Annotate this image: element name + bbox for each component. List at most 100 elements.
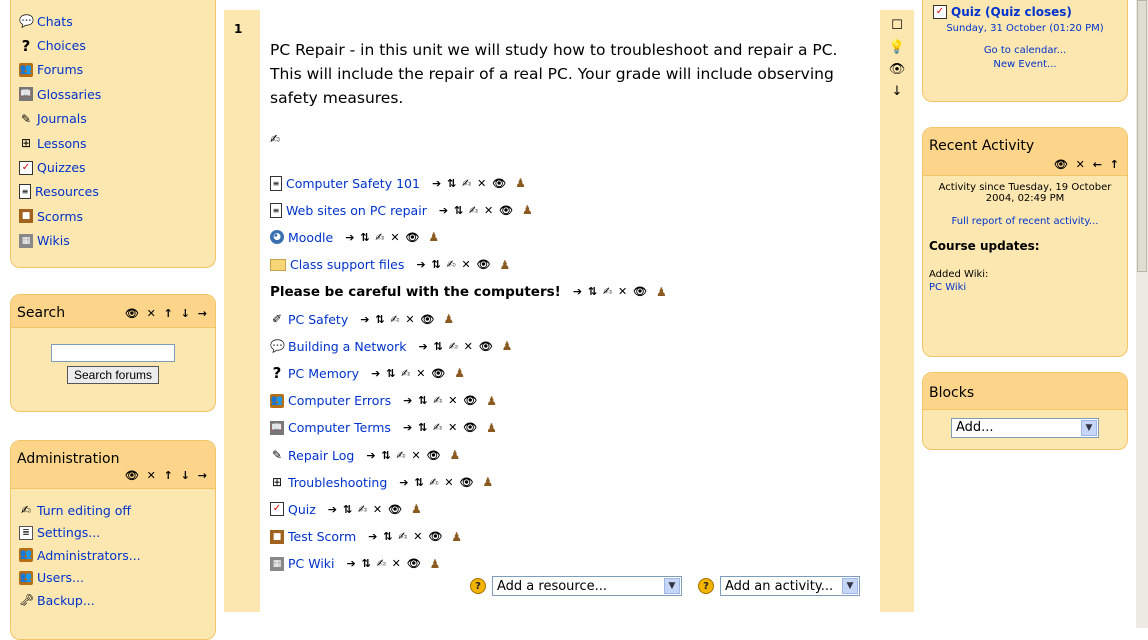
nav-item-label[interactable]: Resources: [35, 184, 99, 199]
upcoming-event-link[interactable]: Quiz (Quiz closes): [951, 5, 1072, 19]
group-mode-icon[interactable]: ♟: [430, 557, 441, 571]
activity-link[interactable]: Moodle: [288, 230, 333, 245]
visibility-eye-icon[interactable]: 👁: [880, 62, 914, 80]
added-wiki-link[interactable]: PC Wiki: [929, 282, 966, 293]
section-label: Please be careful with the computers! ➔ ⇅…: [270, 281, 667, 303]
nav-item-label[interactable]: Backup...: [37, 593, 95, 608]
recent-activity-controls[interactable]: 👁 ✕ ← ↑: [1054, 158, 1121, 171]
activity-link[interactable]: PC Memory: [288, 366, 359, 381]
nav-item-label[interactable]: Wikis: [37, 233, 70, 248]
group-mode-icon[interactable]: ♟: [486, 394, 497, 408]
activity-edit-controls[interactable]: ➔ ⇅ ✍ ✕ 👁: [573, 285, 648, 298]
nav-item-journals[interactable]: ✎ Journals: [11, 107, 215, 131]
group-mode-icon[interactable]: ♟: [482, 475, 493, 489]
recent-activity-block: Recent Activity 👁 ✕ ← ↑ Activity since T…: [922, 127, 1128, 357]
nav-item-settings[interactable]: ≣ Settings...: [11, 522, 215, 545]
nav-item-lessons[interactable]: ⊞ Lessons: [11, 131, 215, 155]
move-down-icon[interactable]: ↓: [880, 84, 914, 102]
activity-link[interactable]: Building a Network: [288, 339, 407, 354]
nav-item-glossaries[interactable]: 📖 Glossaries: [11, 82, 215, 106]
nav-item-label[interactable]: Users...: [37, 570, 84, 585]
activity-link[interactable]: PC Wiki: [288, 556, 335, 571]
activity-link[interactable]: Repair Log: [288, 448, 354, 463]
nav-item-turn-editing-off[interactable]: ✍ Turn editing off: [11, 499, 215, 522]
add-block-select[interactable]: Add... ▼: [951, 417, 1099, 438]
nav-item-label[interactable]: Choices: [37, 38, 86, 53]
nav-item-backup[interactable]: 🗝 Backup...: [11, 589, 215, 612]
activity-link[interactable]: Quiz: [288, 502, 316, 517]
group-mode-icon[interactable]: ♟: [443, 312, 454, 326]
search-forums-button[interactable]: Search forums: [66, 365, 160, 384]
activity-edit-controls[interactable]: ➔ ⇅ ✍ ✕ 👁: [432, 177, 507, 190]
help-icon[interactable]: ?: [470, 578, 486, 594]
choice-icon: ?: [21, 36, 31, 55]
help-icon[interactable]: ?: [698, 578, 714, 594]
activity-edit-controls[interactable]: ➔ ⇅ ✍ ✕ 👁: [399, 476, 474, 489]
scrollbar-thumb[interactable]: [1137, 0, 1147, 272]
activity-link[interactable]: PC Safety: [288, 312, 348, 327]
group-mode-icon[interactable]: ♟: [411, 502, 422, 516]
add-resource-select[interactable]: Add a resource... ▼: [492, 576, 682, 596]
nav-item-label[interactable]: Turn editing off: [37, 503, 131, 518]
administration-block-controls[interactable]: 👁 ✕ ↑ ↓ →: [125, 469, 209, 482]
activity-edit-controls[interactable]: ➔ ⇅ ✍ ✕ 👁: [439, 204, 514, 217]
nav-item-scorms[interactable]: ■ Scorms: [11, 204, 215, 228]
group-mode-icon[interactable]: ♟: [500, 258, 511, 272]
activity-link[interactable]: Troubleshooting: [288, 475, 387, 490]
nav-item-label[interactable]: Journals: [37, 111, 87, 126]
nav-item-quizzes[interactable]: ✓ Quizzes: [11, 155, 215, 179]
nav-item-forums[interactable]: 👥 Forums: [11, 58, 215, 82]
activity-row: 📖 Computer Terms ➔ ⇅ ✍ ✕ 👁 ♟: [270, 417, 497, 439]
activity-edit-controls[interactable]: ➔ ⇅ ✍ ✕ 👁: [328, 503, 403, 516]
nav-item-users[interactable]: 👥 Users...: [11, 567, 215, 590]
nav-item-label[interactable]: Scorms: [37, 209, 83, 224]
full-report-link[interactable]: Full report of recent activity...: [952, 216, 1099, 227]
activity-edit-controls[interactable]: ➔ ⇅ ✍ ✕ 👁: [360, 313, 435, 326]
highlight-icon[interactable]: 💡: [880, 40, 914, 58]
nav-item-chats[interactable]: 💬 Chats: [11, 9, 215, 33]
activity-edit-controls[interactable]: ➔ ⇅ ✍ ✕ 👁: [416, 258, 491, 271]
group-mode-icon[interactable]: ♟: [502, 339, 513, 353]
go-to-calendar-link[interactable]: Go to calendar...: [984, 45, 1066, 56]
show-only-section-icon[interactable]: ☐: [880, 18, 914, 36]
group-mode-icon[interactable]: ♟: [449, 448, 460, 462]
activity-link[interactable]: Test Scorm: [288, 529, 356, 544]
nav-item-administrators[interactable]: 👥 Administrators...: [11, 544, 215, 567]
administration-block: Administration 👁 ✕ ↑ ↓ → ✍ Turn editing o…: [10, 440, 216, 640]
nav-item-label[interactable]: Quizzes: [37, 160, 86, 175]
nav-item-choices[interactable]: ? Choices: [11, 33, 215, 57]
activity-edit-controls[interactable]: ➔ ⇅ ✍ ✕ 👁: [366, 449, 441, 462]
nav-item-wikis[interactable]: ▦ Wikis: [11, 229, 215, 253]
activity-link[interactable]: Class support files: [290, 257, 404, 272]
activity-edit-controls[interactable]: ➔ ⇅ ✍ ✕ 👁: [345, 231, 420, 244]
nav-item-label[interactable]: Settings...: [37, 525, 100, 540]
nav-item-label[interactable]: Chats: [37, 14, 73, 29]
group-mode-icon[interactable]: ♟: [454, 366, 465, 380]
nav-item-label[interactable]: Forums: [37, 62, 83, 77]
nav-item-label[interactable]: Lessons: [37, 136, 87, 151]
activity-link[interactable]: Computer Errors: [288, 393, 391, 408]
activity-link[interactable]: Web sites on PC repair: [286, 203, 427, 218]
activity-link[interactable]: Computer Terms: [288, 420, 391, 435]
group-mode-icon[interactable]: ♟: [515, 176, 526, 190]
activity-edit-controls[interactable]: ➔ ⇅ ✍ ✕ 👁: [371, 367, 446, 380]
group-mode-icon[interactable]: ♟: [451, 530, 462, 544]
add-activity-select[interactable]: Add an activity... ▼: [720, 576, 860, 596]
search-input[interactable]: [51, 343, 175, 362]
nav-item-label[interactable]: Glossaries: [37, 87, 101, 102]
activity-edit-controls[interactable]: ➔ ⇅ ✍ ✕ 👁: [419, 340, 494, 353]
search-block-controls[interactable]: 👁 ✕ ↑ ↓ →: [125, 307, 209, 320]
new-event-link[interactable]: New Event...: [993, 59, 1056, 70]
nav-item-label[interactable]: Administrators...: [37, 548, 141, 563]
group-mode-icon[interactable]: ♟: [428, 230, 439, 244]
group-mode-icon[interactable]: ♟: [486, 421, 497, 435]
activity-edit-controls[interactable]: ➔ ⇅ ✍ ✕ 👁: [403, 394, 478, 407]
activity-edit-controls[interactable]: ➔ ⇅ ✍ ✕ 👁: [347, 557, 422, 570]
activity-edit-controls[interactable]: ➔ ⇅ ✍ ✕ 👁: [368, 530, 443, 543]
group-mode-icon[interactable]: ♟: [522, 203, 533, 217]
activity-edit-controls[interactable]: ➔ ⇅ ✍ ✕ 👁: [403, 421, 478, 434]
edit-summary-icon[interactable]: ✍: [270, 132, 280, 146]
group-mode-icon[interactable]: ♟: [656, 285, 667, 299]
nav-item-resources[interactable]: ≡ Resources: [11, 180, 215, 204]
activity-link[interactable]: Computer Safety 101: [286, 176, 420, 191]
